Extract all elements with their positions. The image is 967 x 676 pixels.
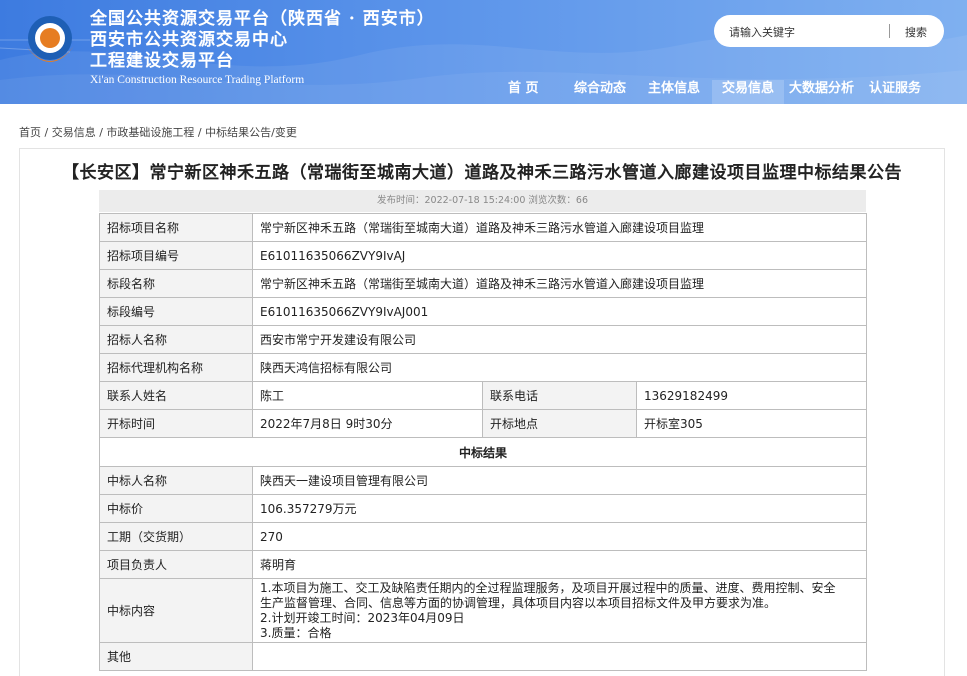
label-section-code: 标段编号 bbox=[99, 297, 253, 326]
label-agency: 招标代理机构名称 bbox=[99, 353, 253, 382]
value-project-code: E61011635066ZVY9IvAJ bbox=[251, 241, 868, 270]
table-row: 中标结果 bbox=[98, 437, 868, 467]
site-title-line1: 全国公共资源交易平台（陕西省 · 西安市） bbox=[90, 9, 435, 29]
label-manager: 项目负责人 bbox=[99, 550, 253, 579]
label-project-code: 招标项目编号 bbox=[99, 241, 253, 270]
breadcrumb-result-notice[interactable]: 中标结果公告/变更 bbox=[205, 126, 297, 139]
value-agency: 陕西天鸿信招标有限公司 bbox=[251, 353, 868, 382]
result-section-heading: 中标结果 bbox=[98, 437, 868, 467]
publish-meta: 发布时间：2022-07-18 15:24:00 浏览次数：66 bbox=[99, 190, 866, 212]
table-row: 项目负责人 蒋明育 bbox=[99, 550, 868, 579]
label-tenderer: 招标人名称 bbox=[99, 325, 253, 354]
value-section-name: 常宁新区神禾五路（常瑞街至城南大道）道路及神禾三路污水管道入廊建设项目监理 bbox=[251, 269, 868, 298]
trading-center-logo[interactable] bbox=[18, 10, 82, 74]
nav-item-entity-info[interactable]: 主体信息 bbox=[648, 80, 703, 104]
nav-item-certification[interactable]: 认证服务 bbox=[869, 80, 924, 104]
table-row: 招标项目编号 E61011635066ZVY9IvAJ bbox=[99, 241, 868, 270]
label-period: 工期（交货期） bbox=[99, 522, 253, 551]
value-winner: 陕西天一建设项目管理有限公司 bbox=[251, 466, 868, 495]
main-nav: 首 页 综合动态 主体信息 交易信息 大数据分析 认证服务 bbox=[0, 80, 967, 104]
content-line: 2.计划开竣工时间：2023年04月09日 bbox=[260, 610, 465, 625]
search-box[interactable]: 请输入关键字 搜索 bbox=[714, 15, 944, 47]
breadcrumb-municipal[interactable]: 市政基础设施工程 bbox=[106, 126, 194, 139]
value-manager: 蒋明育 bbox=[251, 550, 868, 579]
table-row: 其他 bbox=[99, 642, 868, 671]
label-opening-time: 开标时间 bbox=[99, 409, 253, 438]
breadcrumb-home[interactable]: 首页 bbox=[19, 126, 41, 139]
site-title-line2: 西安市公共资源交易中心 bbox=[90, 30, 288, 50]
search-input[interactable]: 请输入关键字 bbox=[729, 24, 795, 40]
site-title-line3: 工程建设交易平台 bbox=[90, 51, 234, 71]
label-contact-phone: 联系电话 bbox=[482, 381, 637, 410]
table-row: 标段编号 E61011635066ZVY9IvAJ001 bbox=[99, 297, 868, 326]
breadcrumb: 首页 / 交易信息 / 市政基础设施工程 / 中标结果公告/变更 bbox=[19, 124, 297, 140]
label-project-name: 招标项目名称 bbox=[99, 213, 253, 242]
page-title: 【长安区】常宁新区神禾五路（常瑞街至城南大道）道路及神禾三路污水管道入廊建设项目… bbox=[62, 163, 902, 183]
value-content: 1.本项目为施工、交工及缺陷责任期内的全过程监理服务，及项目开展过程中的质量、进… bbox=[251, 578, 868, 643]
table-row: 中标人名称 陕西天一建设项目管理有限公司 bbox=[99, 466, 868, 495]
table-row: 招标代理机构名称 陕西天鸿信招标有限公司 bbox=[99, 353, 868, 382]
search-divider bbox=[889, 24, 890, 38]
label-contact-name: 联系人姓名 bbox=[99, 381, 253, 410]
label-section-name: 标段名称 bbox=[99, 269, 253, 298]
value-opening-time: 2022年7月8日 9时30分 bbox=[252, 409, 483, 438]
table-row: 联系人姓名 陈工 联系电话 13629182499 bbox=[99, 381, 868, 410]
table-row: 工期（交货期） 270 bbox=[99, 522, 868, 551]
nav-item-news[interactable]: 综合动态 bbox=[574, 80, 629, 104]
value-project-name: 常宁新区神禾五路（常瑞街至城南大道）道路及神禾三路污水管道入廊建设项目监理 bbox=[251, 213, 868, 242]
search-button[interactable]: 搜索 bbox=[905, 24, 927, 40]
breadcrumb-separator: / bbox=[41, 126, 52, 139]
nav-item-home[interactable]: 首 页 bbox=[508, 80, 548, 104]
nav-item-big-data[interactable]: 大数据分析 bbox=[789, 80, 857, 104]
table-row: 中标价 106.357279万元 bbox=[99, 494, 868, 523]
value-contact-phone: 13629182499 bbox=[635, 381, 868, 410]
table-row: 中标内容 1.本项目为施工、交工及缺陷责任期内的全过程监理服务，及项目开展过程中… bbox=[99, 578, 868, 643]
content-line: 生产监督管理、合同、信息等方面的协调管理，具体项目内容以本项目招标文件及甲方要求… bbox=[260, 595, 777, 610]
value-contact-name: 陈工 bbox=[252, 381, 483, 410]
bid-result-table: 招标项目名称 常宁新区神禾五路（常瑞街至城南大道）道路及神禾三路污水管道入廊建设… bbox=[98, 213, 868, 671]
label-price: 中标价 bbox=[99, 494, 253, 523]
label-winner: 中标人名称 bbox=[99, 466, 253, 495]
table-row: 开标时间 2022年7月8日 9时30分 开标地点 开标室305 bbox=[99, 409, 868, 438]
value-opening-place: 开标室305 bbox=[635, 409, 868, 438]
label-content: 中标内容 bbox=[99, 578, 253, 643]
table-row: 招标人名称 西安市常宁开发建设有限公司 bbox=[99, 325, 868, 354]
site-header: 全国公共资源交易平台（陕西省 · 西安市） 西安市公共资源交易中心 工程建设交易… bbox=[0, 0, 967, 104]
value-price: 106.357279万元 bbox=[251, 494, 868, 523]
value-other bbox=[251, 642, 868, 671]
table-row: 招标项目名称 常宁新区神禾五路（常瑞街至城南大道）道路及神禾三路污水管道入廊建设… bbox=[99, 213, 868, 242]
label-opening-place: 开标地点 bbox=[482, 409, 637, 438]
site-title-block: 全国公共资源交易平台（陕西省 · 西安市） 西安市公共资源交易中心 工程建设交易… bbox=[90, 9, 435, 87]
value-section-code: E61011635066ZVY9IvAJ001 bbox=[251, 297, 868, 326]
content-line: 1.本项目为施工、交工及缺陷责任期内的全过程监理服务，及项目开展过程中的质量、进… bbox=[260, 580, 836, 595]
content-line: 3.质量：合格 bbox=[260, 625, 332, 640]
table-row: 标段名称 常宁新区神禾五路（常瑞街至城南大道）道路及神禾三路污水管道入廊建设项目… bbox=[99, 269, 868, 298]
nav-item-trading-info[interactable]: 交易信息 bbox=[712, 80, 784, 104]
value-tenderer: 西安市常宁开发建设有限公司 bbox=[251, 325, 868, 354]
breadcrumb-separator: / bbox=[95, 126, 107, 139]
label-other: 其他 bbox=[99, 642, 253, 671]
breadcrumb-trading-info[interactable]: 交易信息 bbox=[52, 126, 96, 139]
breadcrumb-separator: / bbox=[194, 126, 206, 139]
value-period: 270 bbox=[251, 522, 868, 551]
